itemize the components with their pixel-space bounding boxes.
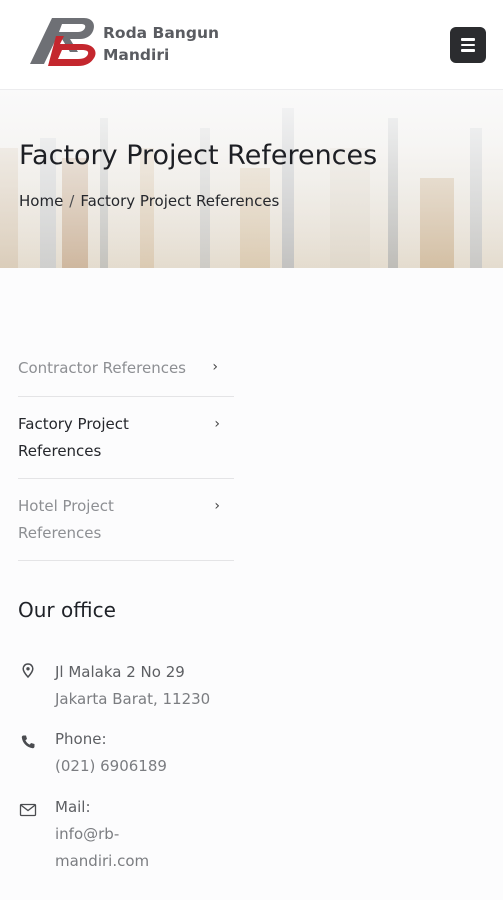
mail-address-line-2[interactable]: mandiri.com: [55, 848, 255, 875]
category-item-hotel-project-references[interactable]: Hotel Project References ›: [18, 479, 234, 561]
chevron-right-icon: ›: [214, 498, 220, 514]
mail-envelope-icon: [19, 803, 37, 817]
category-item-factory-project-references[interactable]: Factory Project References ›: [18, 397, 234, 479]
brand-line-2: Mandiri: [103, 46, 170, 64]
mail-address-line-1[interactable]: info@rb-: [55, 821, 255, 848]
address-line-1: Jl Malaka 2 No 29: [55, 663, 185, 681]
breadcrumb-current: Factory Project References: [80, 192, 280, 210]
chevron-right-icon: ›: [214, 416, 220, 432]
office-address: Jl Malaka 2 No 29 Jakarta Barat, 11230: [18, 659, 258, 715]
office-mail: Mail: info@rb- mandiri.com: [18, 794, 258, 878]
address-line-2: Jakarta Barat, 11230: [55, 690, 211, 708]
category-list: Contractor References › Factory Project …: [18, 340, 234, 561]
rb-logo[interactable]: [26, 14, 106, 70]
breadcrumb-home-link[interactable]: Home: [19, 192, 63, 210]
page-banner: Factory Project References Home / Factory …: [0, 90, 503, 268]
banner-overlay: [0, 90, 503, 268]
office-phone: Phone: (021) 6906189: [18, 726, 258, 782]
category-label: Hotel Project: [18, 497, 114, 515]
location-pin-icon: [22, 663, 34, 679]
brand-name[interactable]: Roda Bangun Mandiri: [103, 22, 219, 66]
brand-line-1: Roda Bangun: [103, 24, 220, 42]
site-header: Roda Bangun Mandiri: [0, 0, 503, 90]
category-label: Contractor References: [18, 359, 186, 377]
breadcrumb-separator: /: [69, 192, 75, 210]
page-title: Factory Project References: [19, 140, 378, 171]
category-label: Factory Project: [18, 415, 129, 433]
hamburger-menu-button[interactable]: [450, 27, 486, 63]
menu-bar: [461, 49, 475, 52]
office-heading: Our office: [18, 598, 116, 622]
menu-bar: [461, 43, 475, 47]
phone-icon: [21, 735, 35, 749]
category-item-contractor-references[interactable]: Contractor References ›: [18, 340, 234, 397]
mail-label: Mail:: [55, 798, 91, 816]
chevron-right-icon: ›: [212, 359, 218, 375]
category-label: References: [18, 524, 102, 542]
menu-bar: [461, 38, 475, 41]
category-label: References: [18, 442, 102, 460]
phone-label: Phone:: [55, 730, 107, 748]
phone-number[interactable]: (021) 6906189: [55, 753, 255, 780]
breadcrumb: Home / Factory Project References: [19, 192, 279, 210]
